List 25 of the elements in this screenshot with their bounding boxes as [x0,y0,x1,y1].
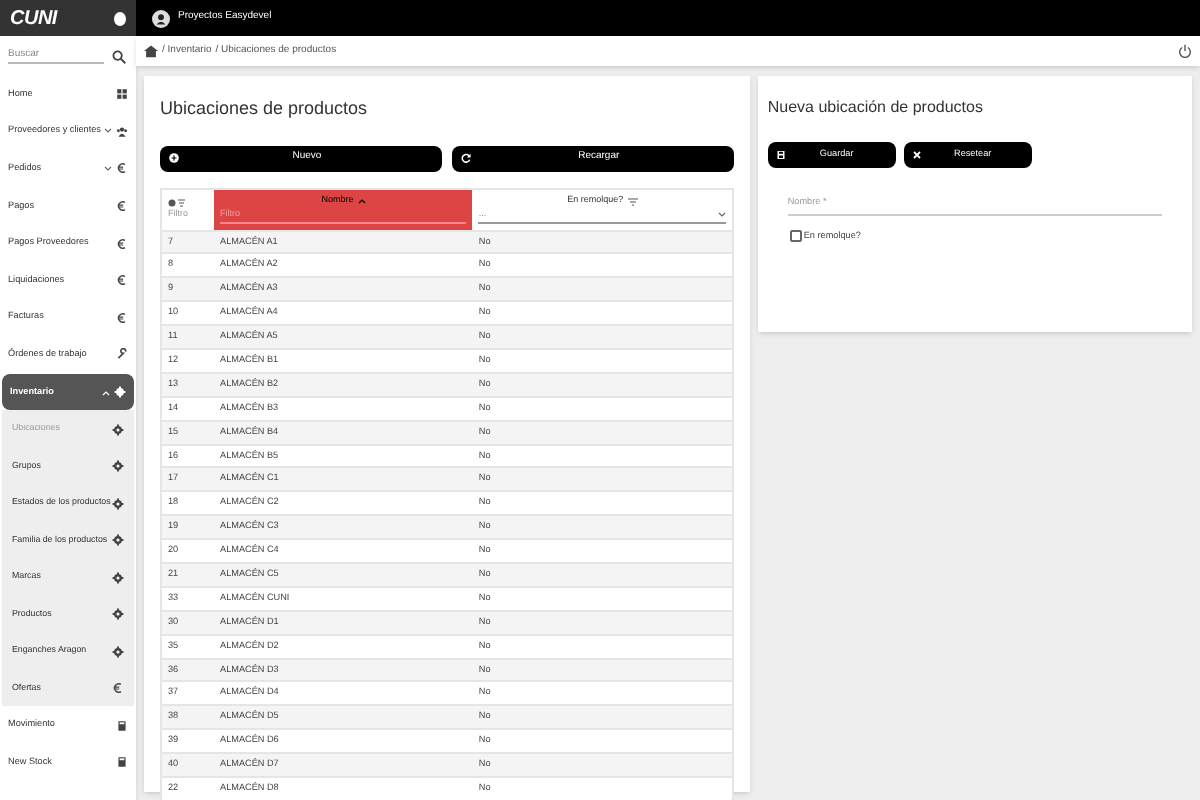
euro-icon [116,311,128,324]
people-icon [116,125,128,138]
user-avatar-icon [152,9,170,27]
wrench-icon [116,348,128,361]
add-icon [168,152,180,164]
dropdown-caret-icon[interactable] [717,211,726,218]
save-icon [775,150,786,160]
home-icon[interactable] [144,44,158,58]
panel-title: Nueva ubicación de productos [767,96,985,120]
euro-icon [112,682,124,695]
logo-text: CUNI [10,5,57,33]
checkbox[interactable] [789,230,802,243]
euro-icon [116,200,128,213]
calculator-icon [116,719,128,732]
grid-icon [116,88,128,101]
calculator-icon [116,756,128,769]
euro-icon [116,162,128,175]
power-icon[interactable] [1178,44,1192,58]
close-icon [911,150,922,160]
euro-icon [116,237,128,250]
panel-title: Ubicaciones de productos [160,96,370,122]
search-icon[interactable] [112,49,126,63]
refresh-icon [459,152,472,164]
filter-settings-icon[interactable] [168,197,186,208]
euro-icon [116,274,128,287]
